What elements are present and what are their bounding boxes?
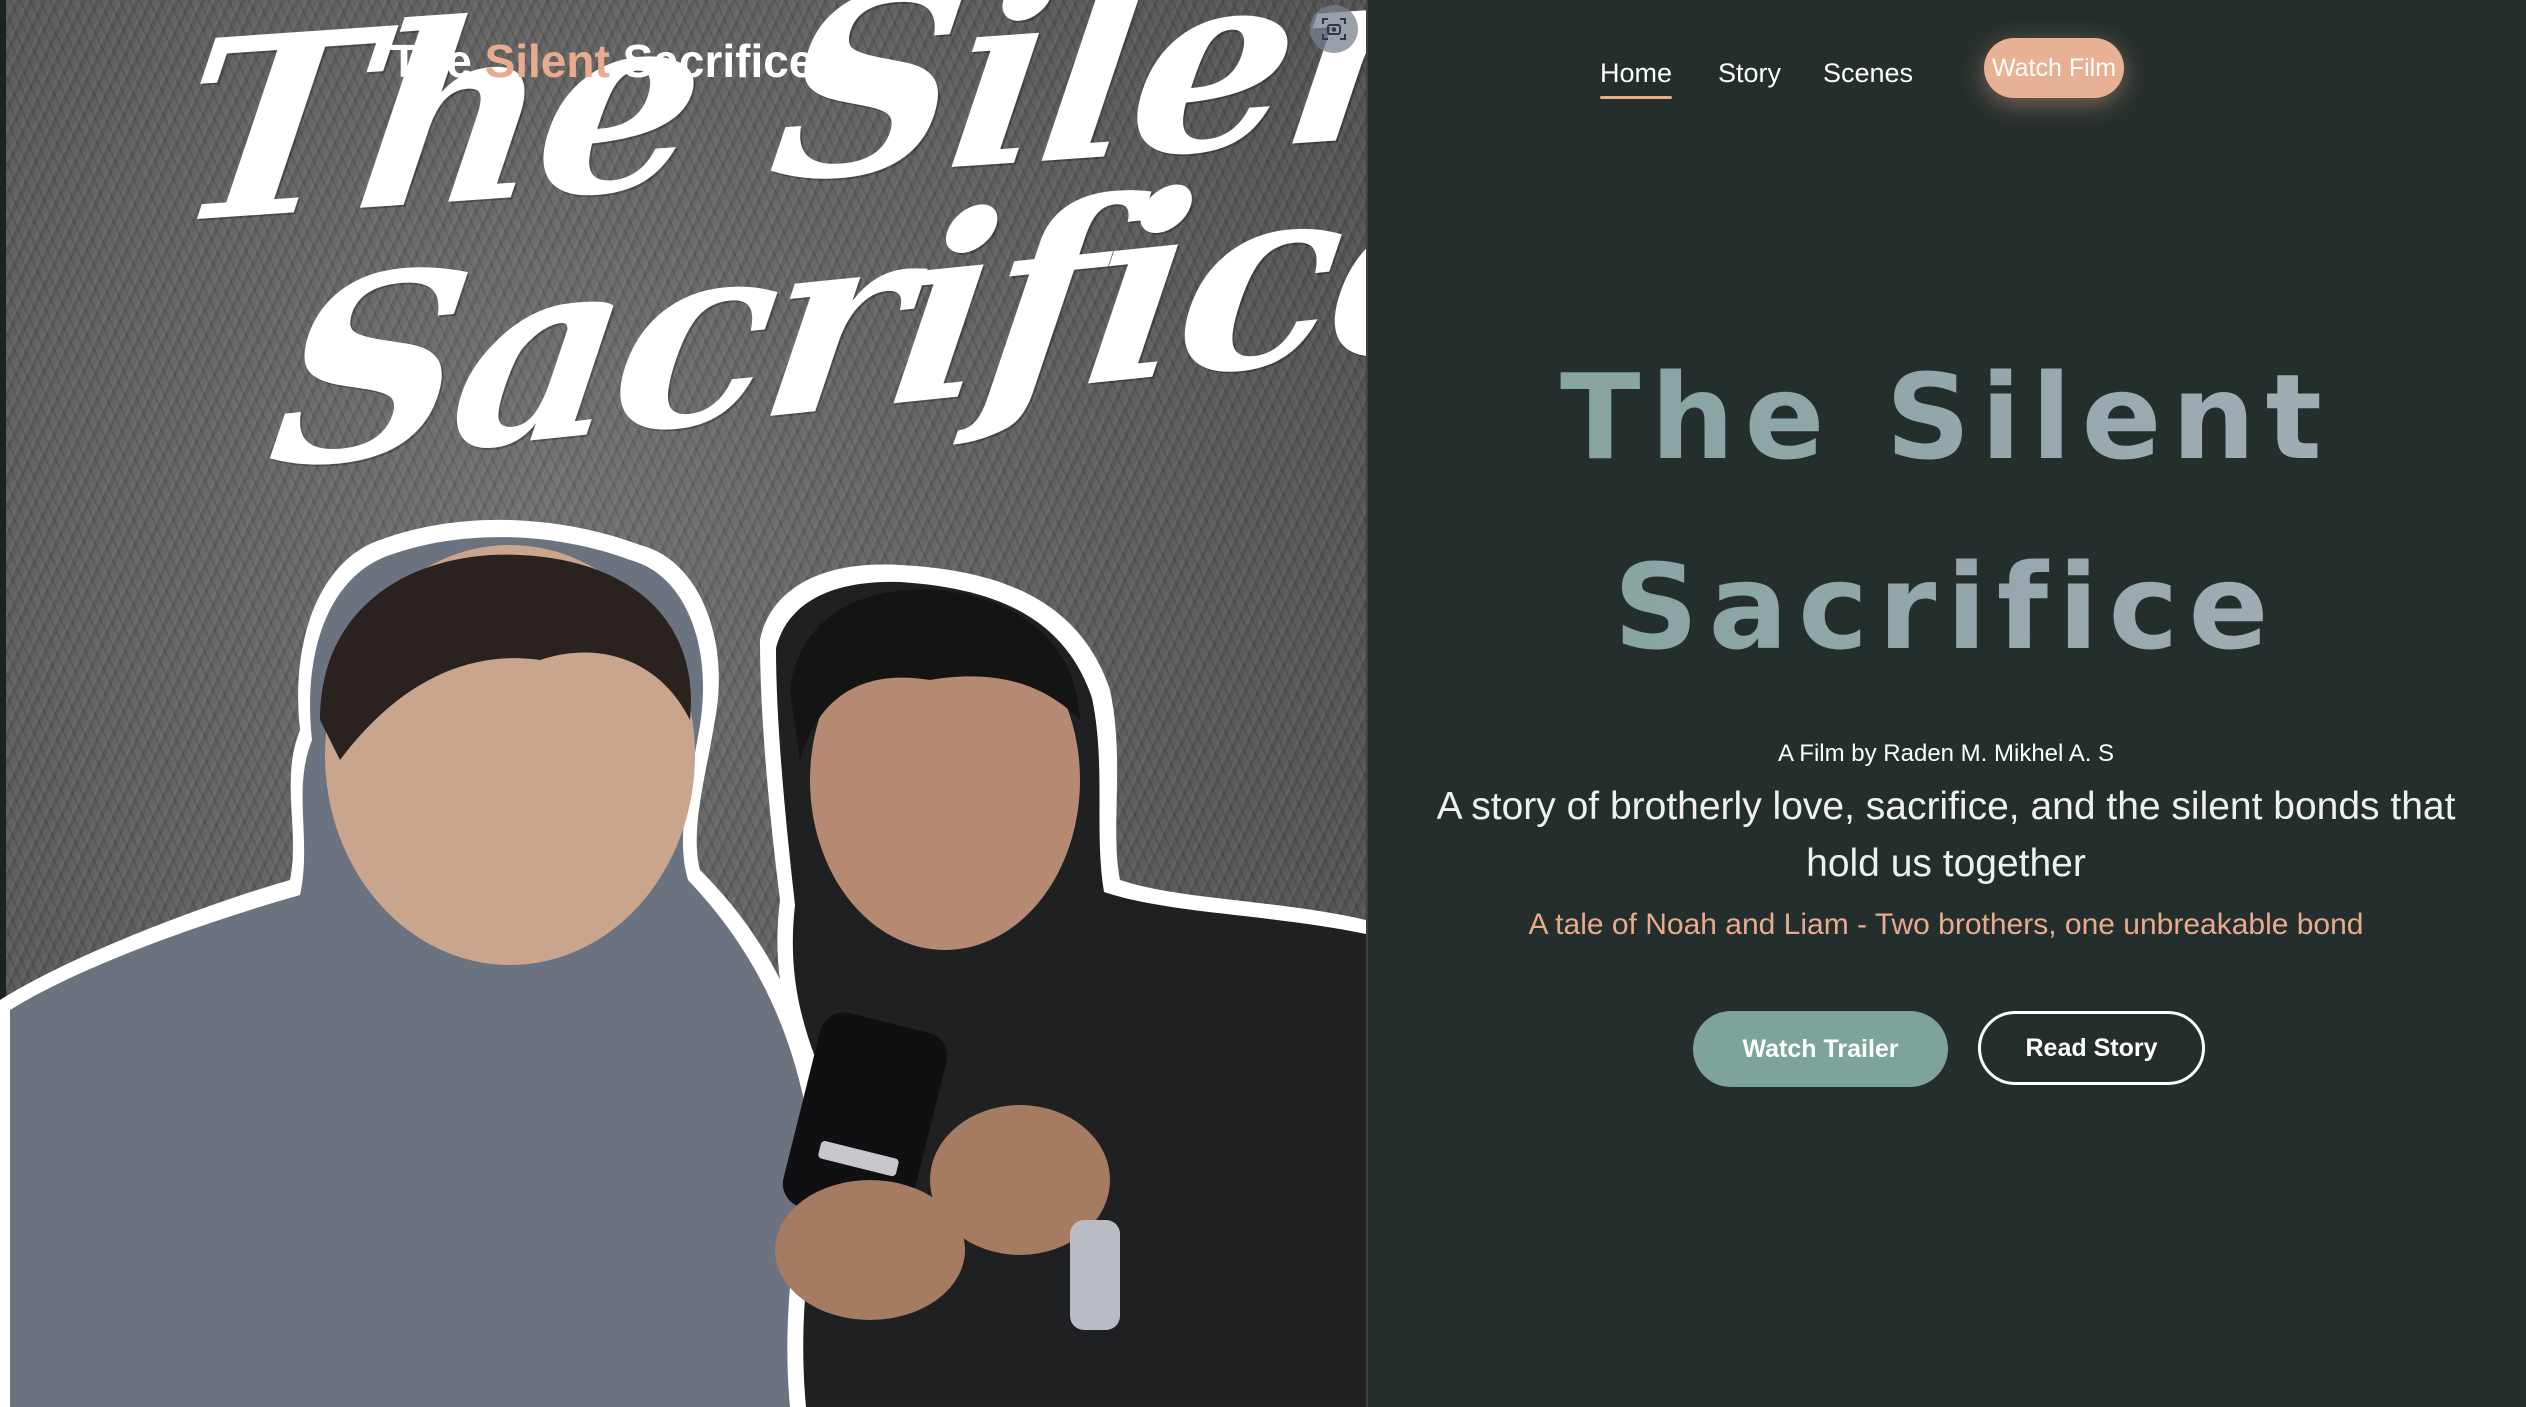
watch-film-button[interactable]: Watch Film: [1984, 38, 2124, 98]
top-navigation: Home Story Scenes Watch Film: [0, 0, 2526, 140]
hero-tagline: A story of brotherly love, sacrifice, an…: [1436, 785, 2456, 885]
logo-the: The: [390, 35, 472, 87]
movie-poster: The Silent Sacrifice The Silent Sacrific…: [0, 0, 1368, 1407]
read-story-button[interactable]: Read Story: [1978, 1011, 2205, 1085]
logo-sacrifice: Sacrifice: [622, 35, 815, 87]
focus-camera-icon: [1322, 18, 1346, 40]
focus-camera-button[interactable]: [1310, 5, 1358, 53]
hero-subtagline: A tale of Noah and Liam - Two brothers, …: [1528, 908, 2364, 941]
film-byline: A Film by Raden M. Mikhel A. S: [1777, 740, 2115, 767]
hero-title-line1: The Silent: [1366, 358, 2526, 476]
site-logo[interactable]: The Silent Sacrifice: [390, 34, 814, 88]
nav-story[interactable]: Story: [1718, 58, 1781, 89]
logo-silent: Silent: [484, 35, 610, 87]
watch-trailer-button[interactable]: Watch Trailer: [1693, 1011, 1948, 1087]
nav-scenes[interactable]: Scenes: [1823, 58, 1913, 89]
hero-title-line2: Sacrifice: [1366, 548, 2526, 666]
nav-home[interactable]: Home: [1600, 58, 1673, 99]
